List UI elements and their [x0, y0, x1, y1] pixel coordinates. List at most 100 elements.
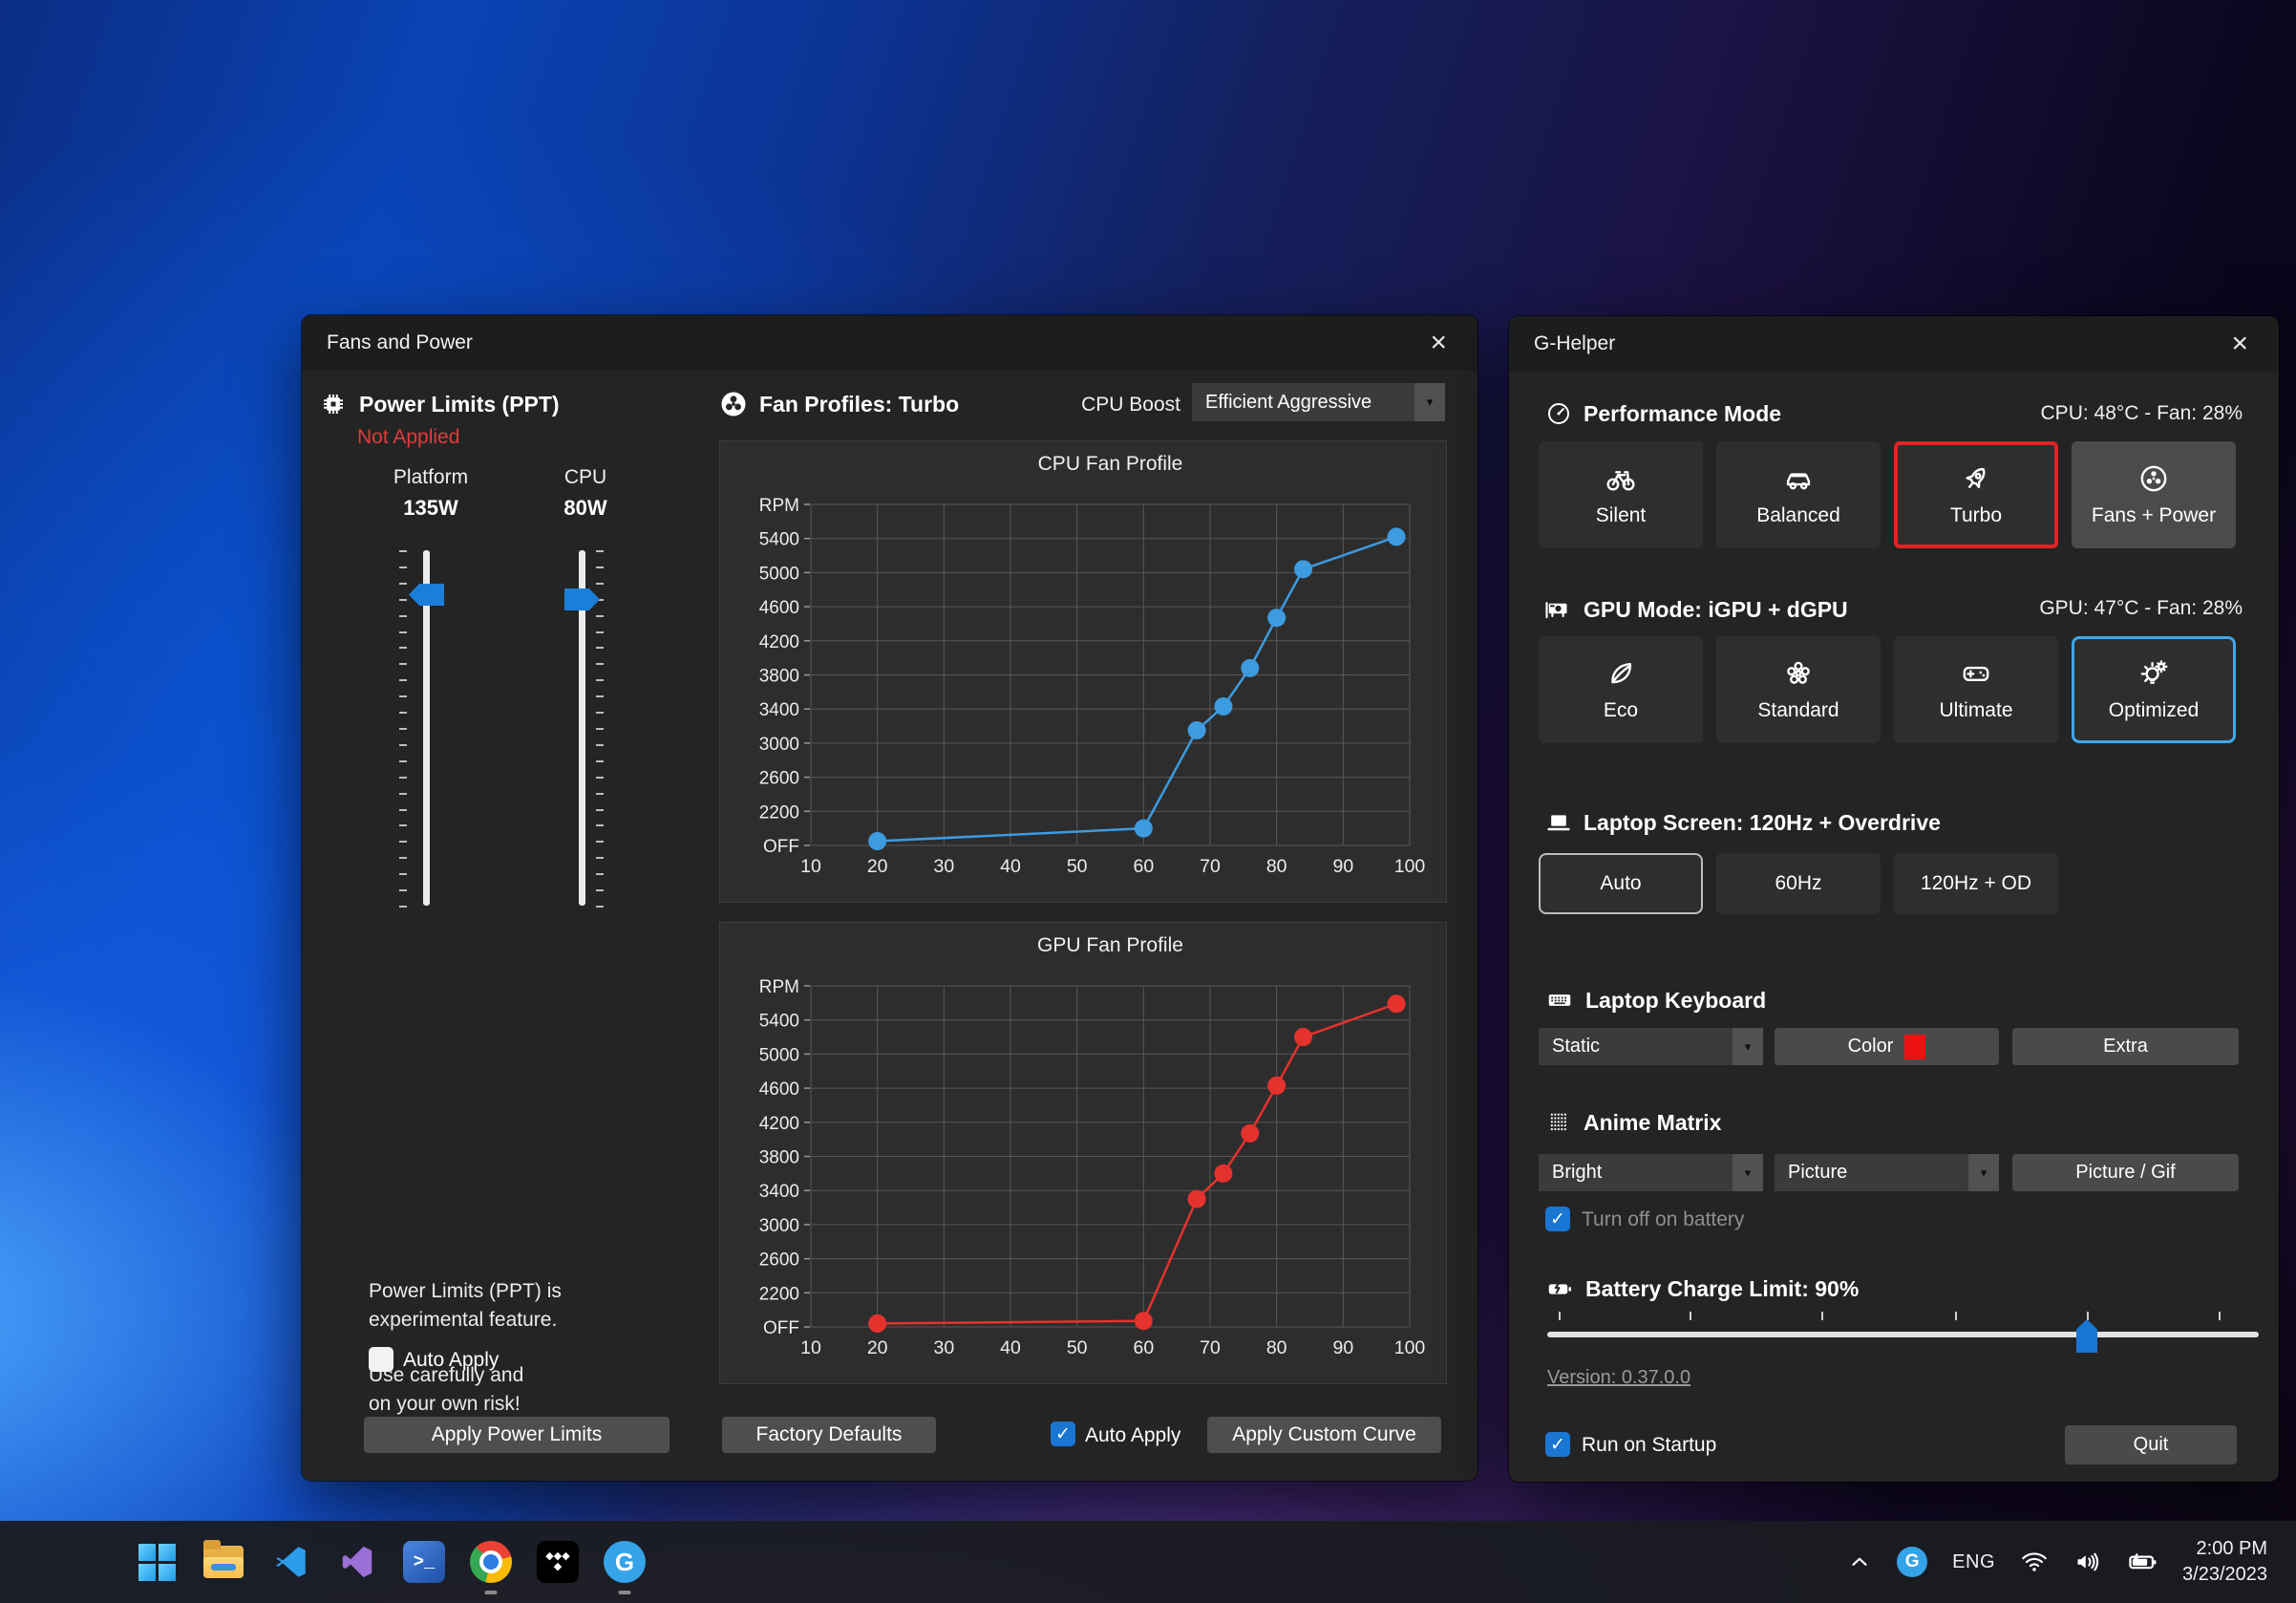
- battery-slider-track[interactable]: [1547, 1332, 2259, 1337]
- taskbar-icon-visual-studio[interactable]: [332, 1537, 382, 1587]
- start-button[interactable]: [132, 1537, 181, 1587]
- button-optimized[interactable]: Optimized: [2072, 636, 2236, 743]
- keyboard-extra-button[interactable]: Extra: [2012, 1028, 2239, 1065]
- ghelper-window-titlebar[interactable]: G-Helper ×: [1509, 316, 2279, 372]
- svg-text:50: 50: [1067, 856, 1088, 877]
- speaker-icon[interactable]: [2073, 1548, 2102, 1576]
- cpu-fan-profile-chart[interactable]: CPU Fan ProfileRPM5400500046004200380034…: [719, 440, 1447, 903]
- chevron-down-icon[interactable]: ▾: [1414, 383, 1445, 421]
- button-turbo[interactable]: Turbo: [1894, 441, 2058, 548]
- button-ultimate[interactable]: Ultimate: [1894, 636, 2058, 743]
- svg-text:OFF: OFF: [763, 1318, 799, 1338]
- curve-auto-apply-checkbox[interactable]: ✓: [1051, 1421, 1075, 1446]
- version-link[interactable]: Version: 0.37.0.0: [1547, 1367, 1690, 1389]
- button-label: Silent: [1596, 504, 1647, 527]
- screen-mode-group: Auto60Hz120Hz + OD: [1539, 853, 2058, 914]
- power-limits-heading-text: Power Limits (PPT): [359, 392, 560, 417]
- matrix-battery-checkbox[interactable]: ✓: [1545, 1207, 1570, 1231]
- chevron-down-icon[interactable]: ▾: [1733, 1154, 1763, 1191]
- chevron-down-icon[interactable]: ▾: [1733, 1028, 1763, 1065]
- matrix-icon: [1545, 1109, 1572, 1136]
- svg-text:OFF: OFF: [763, 837, 799, 857]
- keyboard-color-button[interactable]: Color: [1775, 1028, 1999, 1065]
- button-balanced[interactable]: Balanced: [1716, 441, 1881, 548]
- gpu-temp-status: GPU: 47°C - Fan: 28%: [2039, 597, 2243, 620]
- apply-custom-curve-button[interactable]: Apply Custom Curve: [1207, 1417, 1441, 1453]
- svg-text:2600: 2600: [759, 769, 799, 789]
- matrix-battery-label: Turn off on battery: [1582, 1208, 1744, 1231]
- svg-text:100: 100: [1394, 856, 1426, 877]
- battery-limit-heading: Battery Charge Limit: 90%: [1545, 1274, 1859, 1303]
- button-auto[interactable]: Auto: [1539, 853, 1703, 914]
- button-fans-power[interactable]: Fans + Power: [2072, 441, 2236, 548]
- ghelper-window: G-Helper × Performance Mode CPU: 48°C - …: [1509, 316, 2279, 1482]
- cpu-temp-status: CPU: 48°C - Fan: 28%: [2041, 402, 2243, 425]
- fan-profiles-heading: Fan Profiles: Turbo: [719, 390, 959, 418]
- matrix-brightness-dropdown[interactable]: Bright ▾: [1539, 1154, 1763, 1191]
- tray-ghelper-icon[interactable]: G: [1897, 1547, 1927, 1577]
- keyboard-mode-dropdown[interactable]: Static ▾: [1539, 1028, 1763, 1065]
- ghelper-window-title: G-Helper: [1534, 332, 1615, 355]
- taskbar-icon-chrome[interactable]: [466, 1537, 516, 1587]
- svg-text:30: 30: [933, 1337, 954, 1358]
- cpu-boost-dropdown-value: Efficient Aggressive: [1192, 392, 1414, 414]
- leaf-icon: [1605, 657, 1637, 690]
- laptop-keyboard-heading-text: Laptop Keyboard: [1585, 988, 1766, 1014]
- power-note-line4: on your own risk!: [369, 1390, 521, 1419]
- button-standard[interactable]: Standard: [1716, 636, 1881, 743]
- svg-text:3800: 3800: [759, 667, 799, 687]
- laptop-keyboard-heading: Laptop Keyboard: [1545, 986, 1766, 1015]
- cpu-slider-thumb[interactable]: [564, 588, 600, 610]
- platform-slider-thumb[interactable]: [409, 584, 444, 606]
- platform-slider-ticks: [399, 550, 408, 906]
- taskbar-icon-ghelper[interactable]: G: [600, 1537, 649, 1587]
- keyboard-mode-value: Static: [1539, 1036, 1733, 1058]
- taskbar-apps: >_ ◆◆◆◆ G: [0, 1537, 649, 1587]
- quit-button[interactable]: Quit: [2065, 1425, 2237, 1464]
- battery-slider-thumb[interactable]: [2076, 1319, 2097, 1353]
- svg-text:3400: 3400: [759, 700, 799, 720]
- battery-icon[interactable]: [2127, 1547, 2158, 1577]
- button-label: Ultimate: [1939, 699, 2012, 722]
- apply-power-limits-button[interactable]: Apply Power Limits: [364, 1417, 670, 1453]
- fan-circle-icon: [2137, 462, 2170, 495]
- close-icon[interactable]: ×: [1424, 329, 1453, 357]
- svg-text:80: 80: [1266, 856, 1287, 877]
- matrix-picture-gif-button[interactable]: Picture / Gif: [2012, 1154, 2239, 1191]
- svg-text:3000: 3000: [759, 735, 799, 755]
- taskbar-icon-explorer[interactable]: [199, 1537, 248, 1587]
- power-auto-apply-checkbox[interactable]: [369, 1347, 393, 1372]
- taskbar-icon-vscode[interactable]: [266, 1537, 315, 1587]
- matrix-content-dropdown[interactable]: Picture ▾: [1775, 1154, 1999, 1191]
- button-eco[interactable]: Eco: [1539, 636, 1703, 743]
- language-indicator[interactable]: ENG: [1952, 1551, 1995, 1573]
- laptop-icon: [1545, 809, 1572, 836]
- wifi-icon[interactable]: [2020, 1548, 2049, 1576]
- taskbar-icon-terminal[interactable]: >_: [399, 1537, 449, 1587]
- button-label: Balanced: [1756, 504, 1840, 527]
- svg-text:20: 20: [867, 1337, 888, 1358]
- clock[interactable]: 2:00 PM 3/23/2023: [2182, 1536, 2267, 1588]
- cpu-boost-dropdown[interactable]: Efficient Aggressive ▾: [1192, 383, 1445, 421]
- tray-time: 2:00 PM: [2197, 1538, 2267, 1559]
- performance-mode-heading-text: Performance Mode: [1584, 401, 1781, 427]
- button-120hz-od[interactable]: 120Hz + OD: [1894, 853, 2058, 914]
- fans-window-titlebar[interactable]: Fans and Power ×: [302, 315, 1478, 371]
- svg-text:70: 70: [1200, 856, 1221, 877]
- taskbar-icon-tidal[interactable]: ◆◆◆◆: [533, 1537, 583, 1587]
- svg-text:90: 90: [1332, 856, 1353, 877]
- svg-text:3400: 3400: [759, 1182, 799, 1202]
- tray-chevron-up-icon[interactable]: [1847, 1550, 1872, 1574]
- factory-defaults-button[interactable]: Factory Defaults: [722, 1417, 936, 1453]
- button-60hz[interactable]: 60Hz: [1716, 853, 1881, 914]
- gpu-fan-profile-chart[interactable]: GPU Fan ProfileRPM5400500046004200380034…: [719, 922, 1447, 1384]
- power-note-line1: Power Limits (PPT) is: [369, 1277, 562, 1306]
- vscode-icon: [270, 1542, 310, 1582]
- button-silent[interactable]: Silent: [1539, 441, 1703, 548]
- run-on-startup-checkbox[interactable]: ✓: [1545, 1432, 1570, 1457]
- svg-text:90: 90: [1332, 1337, 1353, 1358]
- chevron-down-icon[interactable]: ▾: [1968, 1154, 1999, 1191]
- performance-mode-heading: Performance Mode: [1545, 400, 1781, 427]
- power-note-line2: experimental feature.: [369, 1306, 557, 1335]
- close-icon[interactable]: ×: [2225, 330, 2254, 358]
